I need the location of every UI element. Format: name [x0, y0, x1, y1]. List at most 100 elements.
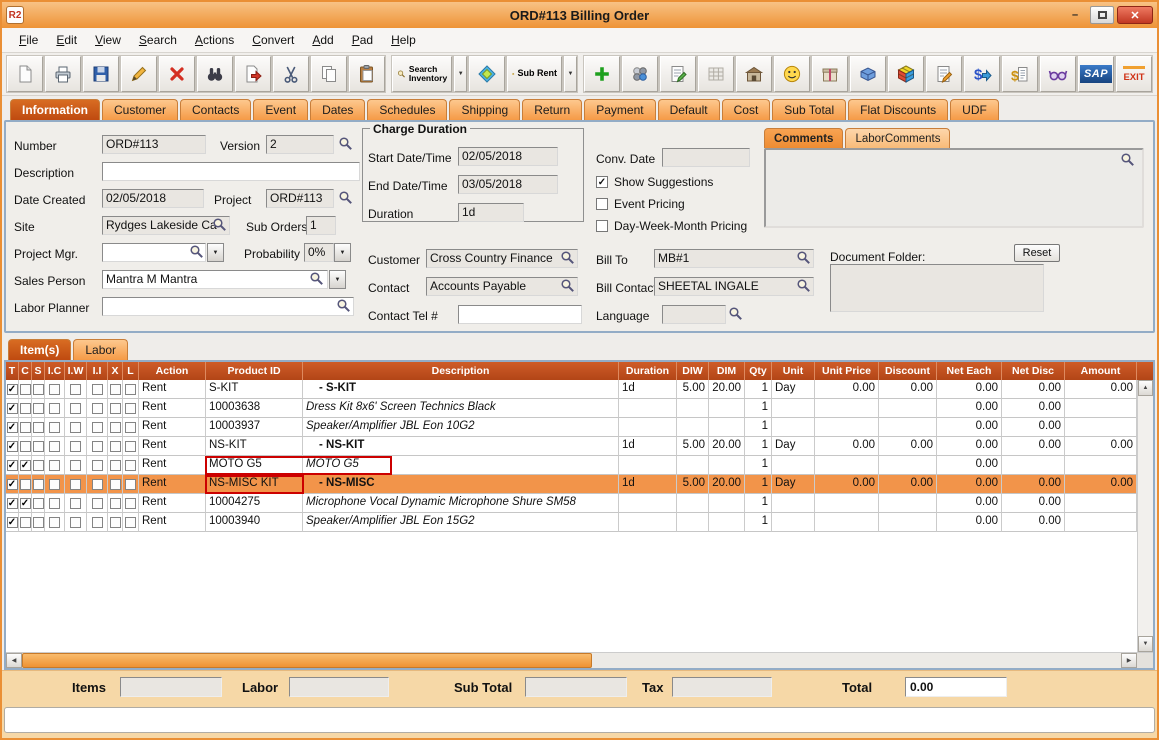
sub-orders-field[interactable]: 1 — [306, 216, 336, 235]
scrollbar-thumb[interactable] — [22, 653, 592, 668]
smiley-button[interactable] — [774, 56, 810, 92]
row-checkbox-x[interactable] — [110, 517, 121, 528]
copy-button[interactable] — [311, 56, 347, 92]
tab-event[interactable]: Event — [253, 99, 308, 120]
tab-flat-discounts[interactable]: Flat Discounts — [848, 99, 948, 120]
options-wheel-button[interactable] — [622, 56, 658, 92]
scroll-up-button[interactable] — [1138, 380, 1153, 396]
paste-button[interactable] — [349, 56, 385, 92]
row-checkbox-i-i[interactable] — [92, 517, 103, 528]
column-header-x[interactable]: X — [108, 362, 123, 380]
exit-button[interactable]: EXIT — [1116, 56, 1152, 92]
row-checkbox-i-i[interactable] — [92, 403, 103, 414]
language-lookup-icon[interactable] — [728, 306, 744, 322]
column-header-amount[interactable]: Amount — [1065, 362, 1137, 380]
column-header-duration[interactable]: Duration — [619, 362, 677, 380]
table-row[interactable]: ✓✓RentMOTO G5MOTO G510.00 — [6, 456, 1153, 475]
menu-add[interactable]: Add — [303, 30, 342, 50]
option-checkbox[interactable] — [596, 220, 608, 232]
tab-payment[interactable]: Payment — [584, 99, 655, 120]
labor-total-field[interactable] — [289, 677, 389, 697]
row-checkbox-i-c[interactable] — [49, 460, 60, 471]
end-date-field[interactable]: 03/05/2018 — [458, 175, 558, 194]
row-checkbox-s[interactable] — [33, 422, 44, 433]
new-document-button[interactable] — [7, 56, 43, 92]
bill-to-lookup-icon[interactable] — [796, 250, 812, 266]
tab-default[interactable]: Default — [658, 99, 720, 120]
price-list-button[interactable]: $ — [1002, 56, 1038, 92]
row-checkbox-s[interactable] — [33, 498, 44, 509]
column-header-i-w[interactable]: I.W — [65, 362, 87, 380]
package-button[interactable] — [812, 56, 848, 92]
bill-contact-lookup-icon[interactable] — [796, 278, 812, 294]
menu-file[interactable]: File — [10, 30, 47, 50]
row-checkbox-i-w[interactable] — [70, 441, 81, 452]
row-checkbox-c[interactable] — [20, 479, 31, 490]
edit-document-button[interactable] — [926, 56, 962, 92]
row-checkbox-s[interactable] — [33, 403, 44, 414]
labor-planner-field[interactable] — [102, 297, 354, 316]
close-button[interactable]: ✕ — [1117, 6, 1153, 24]
vertical-scrollbar[interactable] — [1137, 380, 1153, 652]
edit-button[interactable] — [121, 56, 157, 92]
column-header-i-c[interactable]: I.C — [45, 362, 65, 380]
site-field[interactable]: Rydges Lakeside Ca — [102, 216, 230, 235]
sap-button[interactable]: SAP — [1078, 56, 1114, 92]
row-checkbox-i-c[interactable] — [49, 403, 60, 414]
column-header-t[interactable]: T — [6, 362, 19, 380]
cut-button[interactable] — [273, 56, 309, 92]
option-checkbox[interactable]: ✓ — [596, 176, 608, 188]
version-field[interactable]: 2 — [266, 135, 334, 154]
row-checkbox-l[interactable] — [125, 403, 136, 414]
review-glasses-button[interactable] — [1040, 56, 1076, 92]
total-field[interactable]: 0.00 — [905, 677, 1007, 697]
column-header-i-i[interactable]: I.I — [87, 362, 108, 380]
row-checkbox-s[interactable] — [33, 479, 44, 490]
row-checkbox-i-i[interactable] — [92, 384, 103, 395]
delete-button[interactable] — [159, 56, 195, 92]
sub-rent-button[interactable]: Sub Rent — [507, 56, 562, 92]
labor-planner-lookup-icon[interactable] — [336, 298, 352, 314]
column-header-qty[interactable]: Qty — [745, 362, 772, 380]
row-checkbox-c[interactable] — [20, 384, 31, 395]
row-checkbox-x[interactable] — [110, 479, 121, 490]
column-header-unit[interactable]: Unit — [772, 362, 815, 380]
export-order-button[interactable] — [235, 56, 271, 92]
contact-tel-field[interactable] — [458, 305, 582, 324]
minimize-button[interactable]: – — [1063, 6, 1087, 24]
row-checkbox-l[interactable] — [125, 517, 136, 528]
tab-sub-total[interactable]: Sub Total — [772, 99, 846, 120]
description-field[interactable] — [102, 162, 360, 181]
probability-dropdown[interactable] — [334, 243, 351, 262]
row-checkbox-s[interactable] — [33, 441, 44, 452]
row-checkbox-t[interactable]: ✓ — [7, 460, 18, 471]
row-checkbox-l[interactable] — [125, 498, 136, 509]
column-header-l[interactable]: L — [123, 362, 139, 380]
contact-lookup-icon[interactable] — [560, 278, 576, 294]
row-checkbox-i-c[interactable] — [49, 517, 60, 528]
row-checkbox-i-w[interactable] — [70, 403, 81, 414]
scrollbar-track[interactable] — [22, 653, 1121, 668]
column-header-product-id[interactable]: Product ID — [206, 362, 303, 380]
items-total-field[interactable] — [120, 677, 222, 697]
row-checkbox-i-w[interactable] — [70, 384, 81, 395]
row-checkbox-t[interactable]: ✓ — [7, 422, 18, 433]
invoice-out-button[interactable]: $ — [964, 56, 1000, 92]
date-created-field[interactable]: 02/05/2018 — [102, 189, 204, 208]
row-checkbox-t[interactable]: ✓ — [7, 403, 18, 414]
column-header-net-each[interactable]: Net Each — [937, 362, 1002, 380]
option-checkbox[interactable] — [596, 198, 608, 210]
row-checkbox-i-i[interactable] — [92, 441, 103, 452]
column-header-s[interactable]: S — [32, 362, 45, 380]
version-lookup-icon[interactable] — [338, 136, 354, 152]
sub-total-field[interactable] — [525, 677, 627, 697]
grid-button[interactable] — [698, 56, 734, 92]
start-date-field[interactable]: 02/05/2018 — [458, 147, 558, 166]
tax-field[interactable] — [672, 677, 772, 697]
find-button[interactable] — [197, 56, 233, 92]
row-checkbox-l[interactable] — [125, 479, 136, 490]
row-checkbox-l[interactable] — [125, 384, 136, 395]
column-header-action[interactable]: Action — [139, 362, 206, 380]
bill-contact-field[interactable]: SHEETAL INGALE — [654, 277, 814, 296]
menu-pad[interactable]: Pad — [343, 30, 382, 50]
